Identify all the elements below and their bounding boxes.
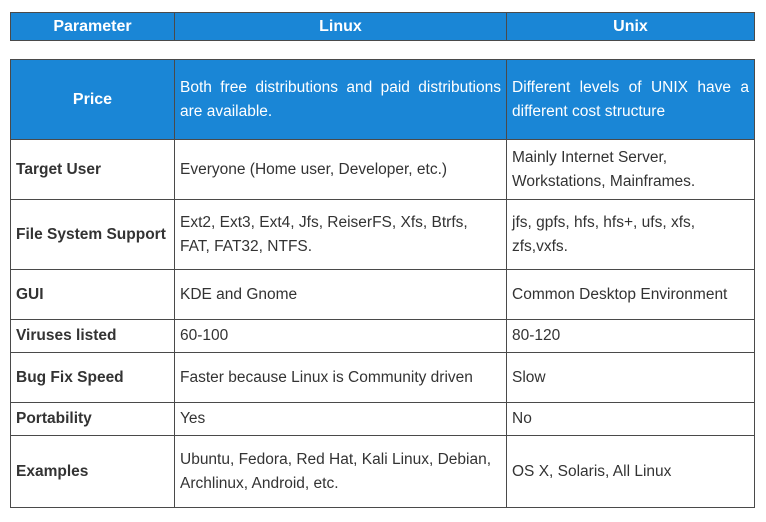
table-row: File System Support Ext2, Ext3, Ext4, Jf…	[10, 199, 755, 270]
row-unix: OS X, Solaris, All Linux	[506, 435, 755, 508]
row-linux: Yes	[174, 402, 507, 436]
row-parameter: Bug Fix Speed	[10, 352, 175, 403]
row-unix: jfs, gpfs, hfs, hfs+, ufs, xfs, zfs,vxfs…	[506, 199, 755, 270]
row-unix: Different levels of UNIX have a differen…	[506, 59, 755, 140]
row-parameter: Target User	[10, 139, 175, 200]
table-row: Target User Everyone (Home user, Develop…	[10, 139, 755, 200]
row-linux: Both free distributions and paid distrib…	[174, 59, 507, 140]
row-parameter: Price	[10, 59, 175, 140]
comparison-table: Price Both free distributions and paid d…	[10, 59, 755, 508]
row-parameter: Examples	[10, 435, 175, 508]
row-linux: Everyone (Home user, Developer, etc.)	[174, 139, 507, 200]
row-linux: KDE and Gnome	[174, 269, 507, 320]
row-linux: 60-100	[174, 319, 507, 353]
row-unix: No	[506, 402, 755, 436]
row-parameter: GUI	[10, 269, 175, 320]
row-parameter: Viruses listed	[10, 319, 175, 353]
row-unix: 80-120	[506, 319, 755, 353]
row-unix: Slow	[506, 352, 755, 403]
header-linux: Linux	[174, 12, 507, 41]
table-row: GUI KDE and Gnome Common Desktop Environ…	[10, 269, 755, 320]
table-row-price: Price Both free distributions and paid d…	[10, 59, 755, 140]
row-linux: Ubuntu, Fedora, Red Hat, Kali Linux, Deb…	[174, 435, 507, 508]
header-row: Parameter Linux Unix	[10, 12, 755, 41]
table-row: Viruses listed 60-100 80-120	[10, 319, 755, 353]
header-unix: Unix	[506, 12, 755, 41]
header-parameter: Parameter	[10, 12, 175, 41]
table-row: Portability Yes No	[10, 402, 755, 436]
row-parameter: File System Support	[10, 199, 175, 270]
row-unix: Mainly Internet Server, Workstations, Ma…	[506, 139, 755, 200]
row-parameter: Portability	[10, 402, 175, 436]
header-table: Parameter Linux Unix	[10, 12, 755, 41]
row-linux: Faster because Linux is Community driven	[174, 352, 507, 403]
table-row: Bug Fix Speed Faster because Linux is Co…	[10, 352, 755, 403]
table-row: Examples Ubuntu, Fedora, Red Hat, Kali L…	[10, 435, 755, 508]
row-unix: Common Desktop Environment	[506, 269, 755, 320]
row-linux: Ext2, Ext3, Ext4, Jfs, ReiserFS, Xfs, Bt…	[174, 199, 507, 270]
